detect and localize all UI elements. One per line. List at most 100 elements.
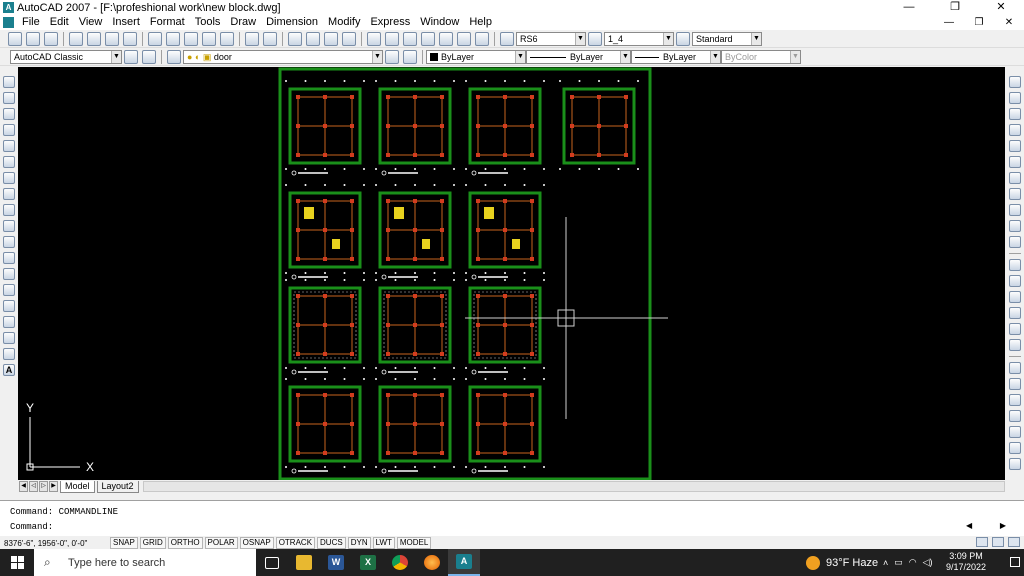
publish-icon[interactable] xyxy=(105,31,119,46)
lwt-toggle[interactable]: LWT xyxy=(372,537,395,549)
zoom-previous-icon[interactable] xyxy=(342,31,356,46)
menu-file[interactable]: File xyxy=(17,15,45,30)
next-tab-button[interactable]: ▷ xyxy=(39,481,48,492)
erase-icon[interactable] xyxy=(1009,362,1021,374)
first-tab-button[interactable]: ◀ xyxy=(19,481,28,492)
menu-express[interactable]: Express xyxy=(365,15,415,30)
dim-style-select[interactable]: 1_4 ▼ xyxy=(604,31,674,46)
firefox-button[interactable] xyxy=(416,549,448,576)
menu-insert[interactable]: Insert xyxy=(107,15,145,30)
diameter-icon[interactable] xyxy=(1009,172,1021,184)
ellipse-arc-icon[interactable] xyxy=(3,236,15,248)
menu-view[interactable]: View xyxy=(74,15,108,30)
task-view-button[interactable] xyxy=(256,549,288,576)
plotstyle-select[interactable]: ByColor ▼ xyxy=(721,49,801,64)
drawing-canvas[interactable]: XY xyxy=(18,67,1005,480)
text-style-select[interactable]: RS6 ▼ xyxy=(516,31,586,46)
close-button[interactable]: ✕ xyxy=(978,0,1024,15)
quick-leader-icon[interactable] xyxy=(1009,259,1021,271)
status-menu-icon[interactable] xyxy=(1008,537,1020,547)
tolerance-icon[interactable] xyxy=(1009,275,1021,287)
excel-button[interactable]: X xyxy=(352,549,384,576)
make-block-icon[interactable] xyxy=(3,268,15,280)
dimension-update-icon[interactable] xyxy=(1009,339,1021,351)
color-select[interactable]: ByLayer ▼ xyxy=(426,49,526,64)
rectangle-icon[interactable] xyxy=(3,140,15,152)
menu-edit[interactable]: Edit xyxy=(45,15,74,30)
circle-icon[interactable] xyxy=(3,172,15,184)
jogged-icon[interactable] xyxy=(1009,156,1021,168)
table-style-select[interactable]: Standard ▼ xyxy=(692,31,762,46)
prev-tab-button[interactable]: ◁ xyxy=(29,481,38,492)
line-icon[interactable] xyxy=(3,76,15,88)
match-properties-icon[interactable] xyxy=(202,31,216,46)
lineweight-select[interactable]: ByLayer ▼ xyxy=(631,49,721,64)
help-icon[interactable] xyxy=(475,31,489,46)
continue-icon[interactable] xyxy=(1009,236,1021,248)
sheet-set-icon[interactable] xyxy=(421,31,435,46)
file-explorer-button[interactable] xyxy=(288,549,320,576)
layer-previous-icon[interactable] xyxy=(403,49,417,64)
dim-style-icon[interactable] xyxy=(588,31,602,46)
linetype-select[interactable]: ByLayer ▼ xyxy=(526,49,631,64)
workspace-select[interactable]: AutoCAD Classic ▼ xyxy=(10,49,122,64)
open-icon[interactable] xyxy=(26,31,40,46)
dimension-edit-icon[interactable] xyxy=(1009,307,1021,319)
insert-block-icon[interactable] xyxy=(3,252,15,264)
ortho-toggle[interactable]: ORTHO xyxy=(167,537,203,549)
arc-length-icon[interactable] xyxy=(1009,108,1021,120)
new-icon[interactable] xyxy=(8,31,22,46)
doc-restore-button[interactable]: ❐ xyxy=(964,15,994,30)
angular-icon[interactable] xyxy=(1009,188,1021,200)
radius-icon[interactable] xyxy=(1009,140,1021,152)
start-button[interactable] xyxy=(0,549,34,576)
command-input[interactable] xyxy=(60,522,960,533)
grid-toggle[interactable]: GRID xyxy=(139,537,166,549)
move-icon[interactable] xyxy=(1009,442,1021,454)
design-center-icon[interactable] xyxy=(385,31,399,46)
doc-close-button[interactable]: ✕ xyxy=(994,15,1024,30)
dyn-toggle[interactable]: DYN xyxy=(347,537,371,549)
revision-cloud-icon[interactable] xyxy=(3,188,15,200)
workspace-settings-icon[interactable] xyxy=(124,49,138,64)
quickcalc-icon[interactable] xyxy=(457,31,471,46)
ducs-toggle[interactable]: DUCS xyxy=(317,537,346,549)
polygon-icon[interactable] xyxy=(3,124,15,136)
save-icon[interactable] xyxy=(44,31,58,46)
scroll-right-icon[interactable]: ▶ xyxy=(1000,521,1006,533)
quick-dimension-icon[interactable] xyxy=(1009,204,1021,216)
undo-icon[interactable] xyxy=(245,31,259,46)
point-icon[interactable] xyxy=(3,284,15,296)
drawing-svg[interactable]: XY xyxy=(18,67,1005,480)
communication-center-icon[interactable] xyxy=(976,537,988,547)
construction-line-icon[interactable] xyxy=(3,92,15,104)
linear-dimension-icon[interactable] xyxy=(1009,76,1021,88)
show-hidden-icons-icon[interactable]: ˄ xyxy=(883,558,888,568)
model-toggle[interactable]: MODEL xyxy=(396,537,432,549)
weather-widget[interactable]: 93°F Haze xyxy=(806,549,878,576)
chrome-button[interactable] xyxy=(384,549,416,576)
mirror-icon[interactable] xyxy=(1009,394,1021,406)
autocad-app-icon[interactable]: A xyxy=(3,2,14,13)
lock-toolbar-icon[interactable] xyxy=(992,537,1004,547)
redo-icon[interactable] xyxy=(263,31,277,46)
cut-icon[interactable] xyxy=(148,31,162,46)
polyline-icon[interactable] xyxy=(3,108,15,120)
tab-layout2[interactable]: Layout2 xyxy=(96,480,139,493)
dimension-text-edit-icon[interactable] xyxy=(1009,323,1021,335)
horizontal-scrollbar[interactable] xyxy=(142,481,1005,492)
plot-preview-icon[interactable] xyxy=(87,31,101,46)
properties-icon[interactable] xyxy=(367,31,381,46)
menu-draw[interactable]: Draw xyxy=(225,15,261,30)
region-icon[interactable] xyxy=(3,332,15,344)
taskbar-clock[interactable]: 3:09 PM 9/17/2022 xyxy=(946,551,986,573)
layer-select[interactable]: ● ◐ ▣ door ▼ xyxy=(183,49,383,64)
command-scroll[interactable]: ◀ ▶ xyxy=(966,521,1006,533)
ellipse-icon[interactable] xyxy=(3,220,15,232)
osnap-toggle[interactable]: OSNAP xyxy=(239,537,274,549)
markup-icon[interactable] xyxy=(439,31,453,46)
hatch-icon[interactable] xyxy=(3,300,15,312)
offset-icon[interactable] xyxy=(1009,410,1021,422)
pan-icon[interactable] xyxy=(288,31,302,46)
taskbar-search[interactable]: ⌕ Type here to search xyxy=(34,549,256,576)
